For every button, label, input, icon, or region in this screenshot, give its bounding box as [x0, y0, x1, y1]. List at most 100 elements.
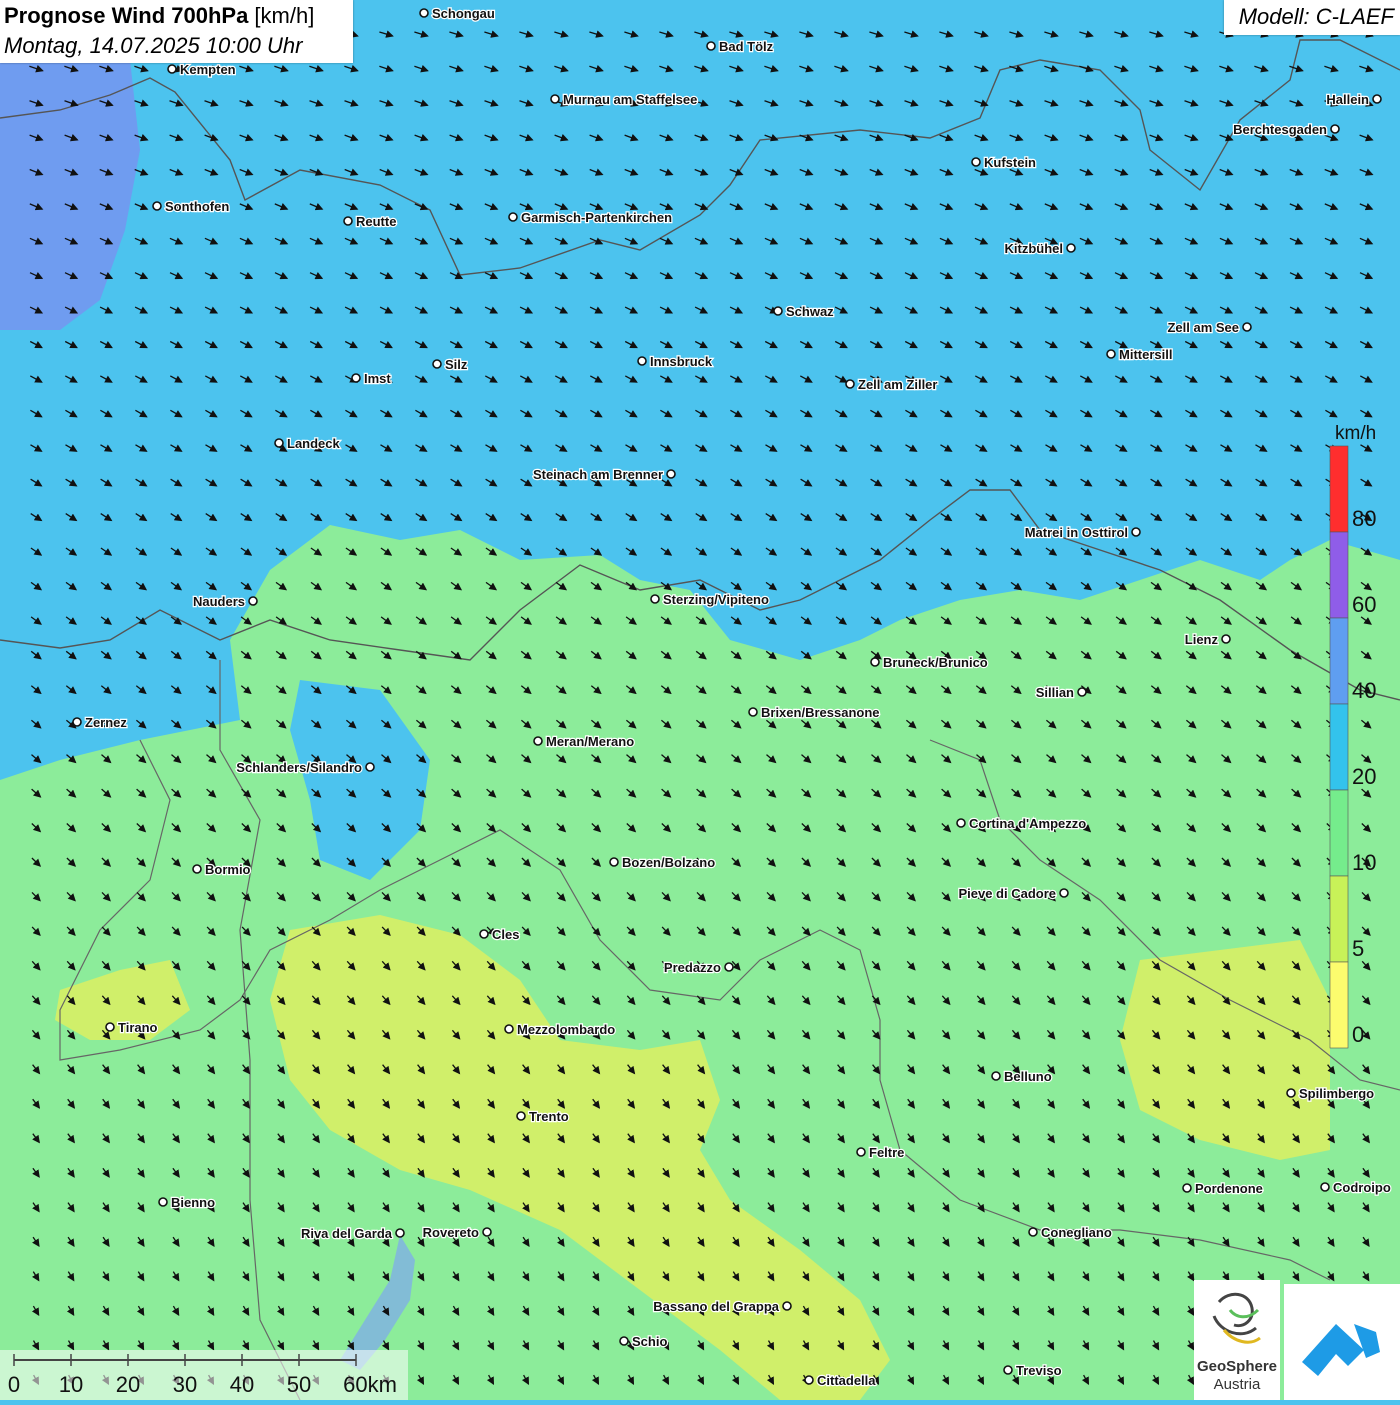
city-label: Imst [364, 371, 391, 386]
title-panel: Prognose Wind 700hPa [km/h] Montag, 14.0… [0, 0, 353, 63]
city-dot-icon [504, 1024, 514, 1034]
city-dot-icon [192, 864, 202, 874]
city-dot-icon [1106, 349, 1116, 359]
city-dot-icon [748, 707, 758, 717]
city-dot-icon [650, 594, 660, 604]
city-dot-icon [1003, 1365, 1013, 1375]
geosphere-logo[interactable]: GeoSphere Austria [1194, 1280, 1280, 1400]
city-marker[interactable]: Murnau am Staffelsee [550, 91, 699, 108]
city-marker[interactable]: Cortina d'Ampezzo [956, 815, 1087, 832]
legend-swatch [1329, 875, 1349, 963]
city-dot-icon [804, 1375, 814, 1385]
city-marker[interactable]: Pieve di Cadore [957, 885, 1069, 902]
city-marker[interactable]: Zell am See [1166, 319, 1252, 336]
city-marker[interactable]: Sterzing/Vipiteno [650, 591, 770, 608]
city-label: Spilimbergo [1299, 1086, 1374, 1101]
city-marker[interactable]: Schlanders/Silandro [235, 759, 375, 776]
city-marker[interactable]: Mezzolombardo [504, 1021, 616, 1038]
app-logo[interactable] [1284, 1284, 1400, 1400]
wind-map[interactable]: Schongau Bad Tölz Kempten Murnau am Staffel… [0, 0, 1400, 1400]
title-text: Prognose Wind 700hPa [4, 3, 249, 28]
city-dot-icon [365, 762, 375, 772]
geosphere-name: GeoSphere [1196, 1358, 1278, 1375]
city-label: Garmisch-Partenkirchen [521, 210, 672, 225]
city-marker[interactable]: Sonthofen [152, 198, 231, 215]
city-label: Bienno [171, 1195, 215, 1210]
city-label: Pordenone [1195, 1181, 1263, 1196]
city-dot-icon [274, 438, 284, 448]
city-dot-icon [343, 216, 353, 226]
city-marker[interactable]: Bassano del Grappa [652, 1298, 792, 1315]
city-marker[interactable]: Riva del Garda [300, 1225, 405, 1242]
city-dot-icon [432, 359, 442, 369]
city-label: Cittadella [817, 1373, 876, 1388]
city-marker[interactable]: Matrei in Osttirol [1024, 524, 1141, 541]
city-marker[interactable]: Berchtesgaden [1232, 121, 1340, 138]
city-dot-icon [158, 1197, 168, 1207]
city-label: Innsbruck [650, 354, 713, 369]
city-marker[interactable]: Bruneck/Brunico [870, 654, 989, 671]
city-dot-icon [782, 1301, 792, 1311]
city-dot-icon [1221, 634, 1231, 644]
city-label: Landeck [287, 436, 341, 451]
city-dot-icon [1372, 94, 1382, 104]
legend-swatch [1329, 445, 1349, 533]
scale-label: 60km [343, 1372, 397, 1397]
city-marker[interactable]: Conegliano [1028, 1224, 1113, 1241]
city-dot-icon [351, 373, 361, 383]
city-label: Treviso [1016, 1363, 1062, 1378]
city-dot-icon [72, 717, 82, 727]
city-label: Zell am See [1167, 320, 1239, 335]
city-label: Bormio [205, 862, 251, 877]
city-dot-icon [856, 1147, 866, 1157]
city-label: Silz [445, 357, 468, 372]
city-label: Murnau am Staffelsee [563, 92, 697, 107]
city-marker[interactable]: Pordenone [1182, 1180, 1264, 1197]
scale-label: 40 [230, 1372, 254, 1397]
city-marker[interactable]: Garmisch-Partenkirchen [508, 209, 673, 226]
city-marker[interactable]: Schongau [419, 5, 496, 22]
city-dot-icon [637, 356, 647, 366]
city-dot-icon [1131, 527, 1141, 537]
legend-swatch [1329, 961, 1349, 1049]
city-dot-icon [1242, 322, 1252, 332]
city-dot-icon [419, 8, 429, 18]
scale-label: 50 [287, 1372, 311, 1397]
city-label: Nauders [193, 594, 245, 609]
city-label: Pieve di Cadore [958, 886, 1056, 901]
city-marker[interactable]: Steinach am Brenner [532, 466, 676, 483]
city-dot-icon [971, 157, 981, 167]
city-marker[interactable]: Meran/Merano [533, 733, 635, 750]
city-label: Sonthofen [165, 199, 229, 214]
city-label: Rovereto [423, 1225, 479, 1240]
city-label: Kitzbühel [1005, 241, 1064, 256]
city-dot-icon [724, 962, 734, 972]
city-marker[interactable]: Innsbruck [637, 353, 714, 370]
city-dot-icon [508, 212, 518, 222]
city-label: Cles [492, 927, 519, 942]
city-label: Trento [529, 1109, 569, 1124]
city-label: Hallein [1326, 92, 1369, 107]
app-arrow-icon [1302, 1324, 1380, 1376]
city-marker[interactable]: Spilimbergo [1286, 1085, 1375, 1102]
city-dot-icon [991, 1071, 1001, 1081]
city-label: Bruneck/Brunico [883, 655, 988, 670]
city-marker[interactable]: Bozen/Bolzano [609, 854, 716, 871]
city-dot-icon [533, 736, 543, 746]
city-label: Zell am Ziller [858, 377, 937, 392]
city-label: Kempten [180, 62, 236, 77]
scale-label: 0 [8, 1372, 20, 1397]
city-dot-icon [773, 306, 783, 316]
geosphere-sub: Austria [1213, 1376, 1261, 1393]
city-dot-icon [167, 64, 177, 74]
city-label: Reutte [356, 214, 396, 229]
city-marker[interactable]: Brixen/Bressanone [748, 704, 881, 721]
city-dot-icon [1059, 888, 1069, 898]
geosphere-emblem-icon [1212, 1292, 1261, 1344]
map-title: Prognose Wind 700hPa [km/h] [4, 3, 314, 29]
city-marker[interactable]: Zell am Ziller [845, 376, 939, 393]
city-dot-icon [1182, 1183, 1192, 1193]
city-dot-icon [395, 1228, 405, 1238]
city-dot-icon [479, 929, 489, 939]
legend-swatch [1329, 531, 1349, 619]
